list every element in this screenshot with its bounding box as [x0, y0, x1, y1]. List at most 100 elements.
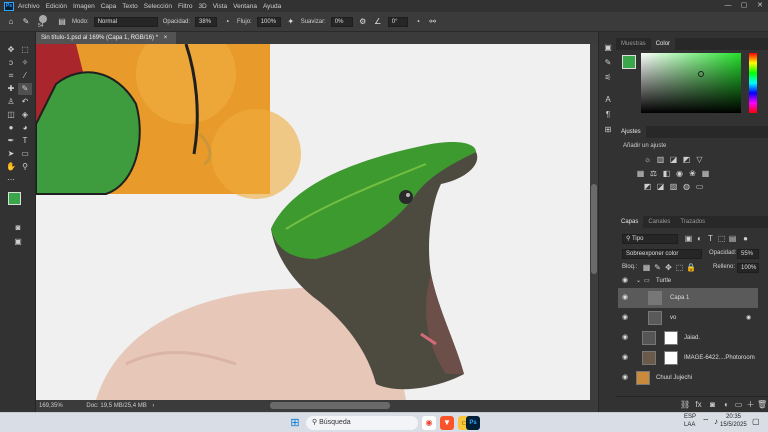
- new-layer-icon[interactable]: ＋: [746, 400, 755, 409]
- glyphs-panel-icon[interactable]: ⊞: [601, 124, 615, 136]
- pressure-opacity-icon[interactable]: ◔: [222, 17, 232, 27]
- zoom-level[interactable]: 169,35%: [39, 403, 63, 409]
- vibrance-icon[interactable]: ▽: [695, 155, 704, 164]
- visibility-eye-icon[interactable]: ◉: [622, 348, 628, 368]
- layer-name[interactable]: Chuul Jujechi: [656, 368, 692, 388]
- visibility-eye-icon[interactable]: ◉: [622, 288, 628, 308]
- posterize-icon[interactable]: ◪: [656, 182, 665, 191]
- filter-shape-icon[interactable]: ⬚: [717, 234, 726, 243]
- blur-tool-icon[interactable]: ●: [4, 122, 18, 134]
- invert-icon[interactable]: ◩: [643, 182, 652, 191]
- clone-stamp-icon[interactable]: ♙: [4, 96, 18, 108]
- flow-field[interactable]: 100%: [256, 16, 281, 27]
- brush-settings-icon[interactable]: ▤: [57, 17, 67, 27]
- color-lookup-icon[interactable]: ▦: [701, 169, 710, 178]
- adjustment-icon[interactable]: ◐: [722, 400, 731, 409]
- menu-capa[interactable]: Capa: [101, 3, 117, 10]
- brave-icon[interactable]: ▼: [440, 416, 454, 430]
- canvas-vertical-scrollbar[interactable]: [590, 44, 598, 400]
- layer-row[interactable]: ◉ vo ◉: [618, 308, 758, 328]
- brushes-panel-icon[interactable]: ✎: [601, 57, 615, 69]
- layer-row-selected[interactable]: ◉ Capa 1: [618, 288, 758, 308]
- color-foreground-swatch[interactable]: [622, 55, 636, 69]
- smooth-field[interactable]: 0%: [330, 16, 353, 27]
- zoom-tool-icon[interactable]: ⚲: [18, 161, 32, 173]
- filter-pixel-icon[interactable]: ▣: [684, 234, 693, 243]
- channel-mixer-icon[interactable]: ❀: [688, 169, 697, 178]
- eyedropper-icon[interactable]: ⁄: [18, 70, 32, 82]
- visibility-eye-icon[interactable]: ◉: [622, 328, 628, 348]
- tab-color[interactable]: Color: [650, 38, 676, 50]
- filter-type-icon[interactable]: T: [706, 234, 715, 243]
- clock-date[interactable]: 15/5/2025: [720, 422, 747, 428]
- blend-mode-select[interactable]: Sobreexponer color: [622, 249, 702, 259]
- close-button[interactable]: ✕: [752, 0, 768, 12]
- menu-imagen[interactable]: Imagen: [73, 3, 95, 10]
- pen-tool-icon[interactable]: ✒: [4, 135, 18, 147]
- lock-all-icon[interactable]: 🔒: [686, 263, 696, 272]
- foreground-color-swatch[interactable]: [8, 192, 21, 205]
- curves-icon[interactable]: ◪: [669, 155, 678, 164]
- healing-brush-icon[interactable]: ✚: [4, 83, 18, 95]
- opacity-field[interactable]: 38%: [195, 16, 218, 27]
- layer-row-group[interactable]: ◉ ⌄ ▭ Turtle: [618, 274, 758, 288]
- clock-time[interactable]: 20:35: [726, 414, 741, 420]
- color-picker-cursor[interactable]: [698, 71, 704, 77]
- angle-field[interactable]: 0°: [387, 16, 408, 27]
- black-white-icon[interactable]: ◧: [662, 169, 671, 178]
- dodge-tool-icon[interactable]: ◕: [18, 122, 32, 134]
- tab-close-icon[interactable]: ×: [164, 35, 168, 41]
- speaker-icon[interactable]: ♪: [714, 417, 718, 426]
- tab-trazados[interactable]: Trazados: [675, 216, 710, 228]
- layer-row[interactable]: ◉ Jaiad.: [618, 328, 758, 348]
- brush-tool-icon[interactable]: ✎: [21, 17, 31, 27]
- layer-opacity-field[interactable]: 55%: [737, 249, 759, 259]
- filter-adjustment-icon[interactable]: ◐: [695, 234, 704, 243]
- history-brush-icon[interactable]: ↶: [18, 96, 32, 108]
- screen-mode-icon[interactable]: ▣: [11, 236, 25, 248]
- wifi-icon[interactable]: ⌔: [702, 417, 710, 427]
- menu-edicion[interactable]: Edición: [46, 3, 67, 10]
- mask-icon[interactable]: ◙: [708, 400, 717, 409]
- language-indicator-2[interactable]: LAA: [684, 422, 695, 428]
- airbrush-icon[interactable]: ✦: [286, 17, 296, 27]
- hue-saturation-icon[interactable]: ▦: [636, 169, 645, 178]
- menu-seleccion[interactable]: Selección: [144, 3, 172, 10]
- hand-tool-icon[interactable]: ✋: [4, 161, 18, 173]
- marquee-tool-icon[interactable]: ⬚: [18, 44, 32, 56]
- smart-filter-icon[interactable]: ◉: [746, 308, 751, 328]
- properties-panel-icon[interactable]: ⚟: [601, 72, 615, 84]
- tab-capas[interactable]: Capas: [616, 216, 644, 228]
- link-icon[interactable]: ⛓: [680, 400, 690, 409]
- home-icon[interactable]: ⌂: [6, 17, 16, 27]
- paint-bucket-icon[interactable]: ◈: [18, 109, 32, 121]
- menu-filtro[interactable]: Filtro: [178, 3, 192, 10]
- mode-select[interactable]: Normal: [93, 16, 158, 27]
- lock-image-icon[interactable]: ✎: [653, 263, 662, 272]
- lasso-tool-icon[interactable]: ↄ: [4, 57, 18, 69]
- paragraph-panel-icon[interactable]: ¶: [601, 109, 615, 121]
- rectangle-tool-icon[interactable]: ▭: [18, 148, 32, 160]
- history-panel-icon[interactable]: ▣: [601, 42, 615, 54]
- threshold-icon[interactable]: ▨: [669, 182, 678, 191]
- lock-position-icon[interactable]: ✥: [664, 263, 673, 272]
- levels-icon[interactable]: ▥: [656, 155, 665, 164]
- character-panel-icon[interactable]: A: [601, 94, 615, 106]
- chevron-down-icon[interactable]: ⌄: [636, 274, 641, 288]
- horizontal-scroll-thumb[interactable]: [270, 402, 390, 409]
- menu-3d[interactable]: 3D: [198, 3, 206, 10]
- pressure-size-icon[interactable]: ◔: [413, 17, 423, 27]
- folder-icon[interactable]: ▭: [734, 400, 743, 409]
- adjustments-title[interactable]: Ajustes: [616, 126, 646, 138]
- language-indicator[interactable]: ESP: [684, 414, 696, 420]
- lock-artboard-icon[interactable]: ⬚: [675, 263, 684, 272]
- menu-vista[interactable]: Vista: [213, 3, 227, 10]
- color-field[interactable]: [641, 53, 741, 113]
- symmetry-icon[interactable]: ⚯: [428, 17, 438, 27]
- tab-canales[interactable]: Canales: [643, 216, 675, 228]
- crop-tool-icon[interactable]: ⌗: [4, 70, 18, 82]
- brush-tool-icon[interactable]: ✎: [18, 83, 32, 95]
- layer-name[interactable]: Capa 1: [670, 288, 689, 308]
- layer-name[interactable]: Turtle: [656, 274, 671, 288]
- fill-field[interactable]: 100%: [737, 263, 759, 273]
